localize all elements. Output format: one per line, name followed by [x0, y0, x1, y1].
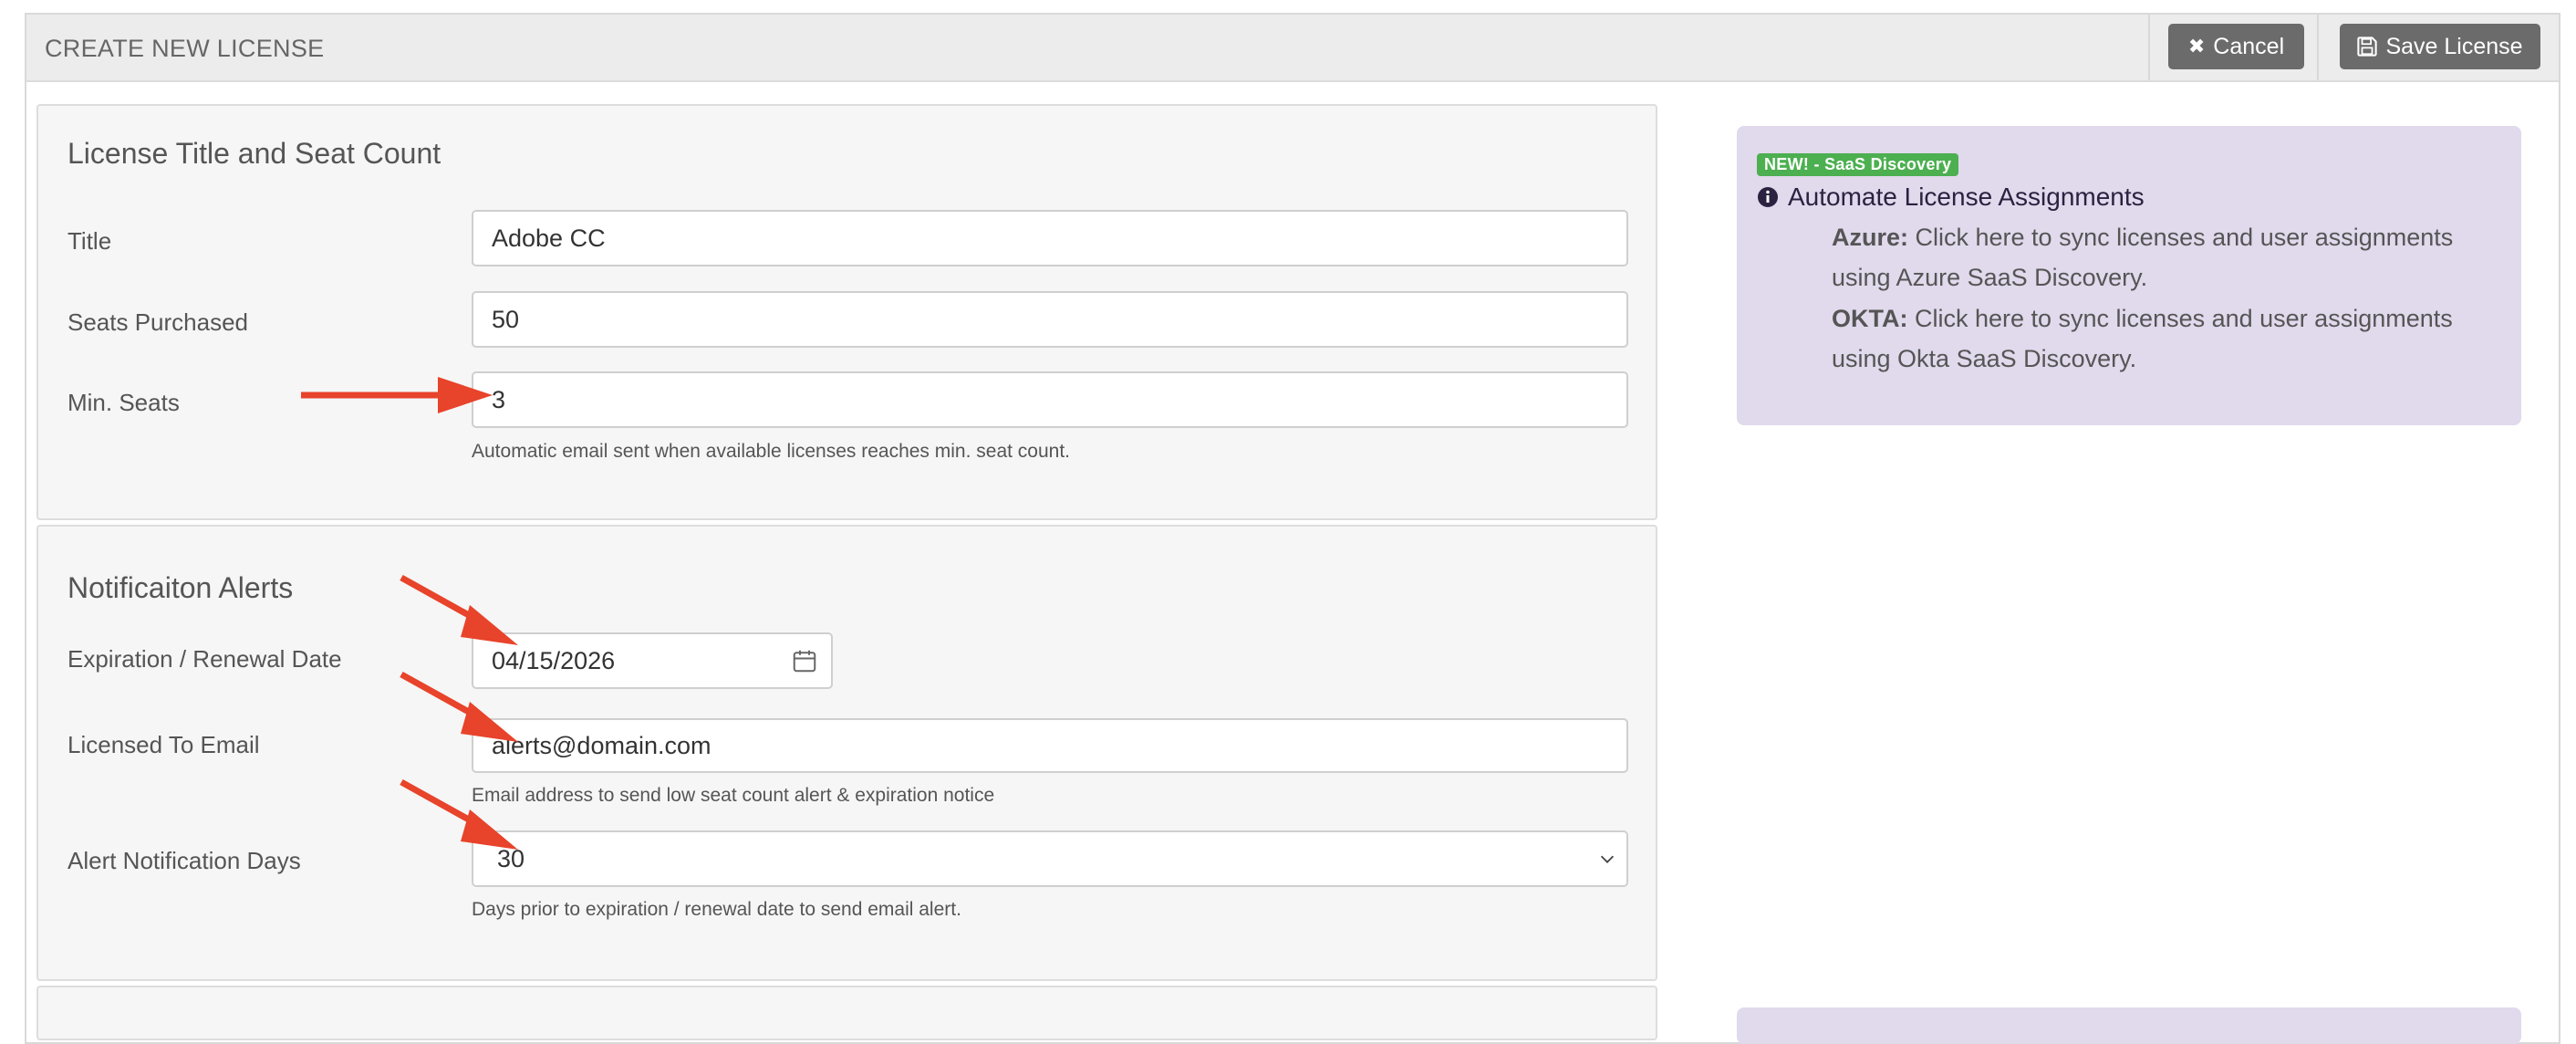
times-icon: ✖ [2187, 35, 2206, 57]
automate-heading: Automate License Assignments [1757, 183, 2145, 212]
alert-days-label: Alert Notification Days [68, 847, 301, 874]
azure-sync-link[interactable]: Azure: Click here to sync licenses and u… [1832, 217, 2453, 257]
seats-purchased-input[interactable]: 50 [472, 291, 1628, 348]
new-badge: NEW! - SaaS Discovery [1757, 153, 1959, 176]
min-seats-label: Min. Seats [68, 389, 180, 416]
cancel-label: Cancel [2213, 33, 2285, 59]
email-help: Email address to send low seat count ale… [472, 785, 995, 806]
chevron-down-icon [1600, 855, 1615, 863]
arrow-annotation [400, 671, 518, 742]
license-title-seat-panel: License Title and Seat Count Title Adobe… [36, 104, 1657, 520]
section-title: License Title and Seat Count [68, 137, 441, 170]
section-title: Notificaiton Alerts [68, 571, 294, 604]
seats-purchased-label: Seats Purchased [68, 308, 249, 336]
calendar-icon [793, 650, 816, 673]
arrow-annotation [301, 377, 493, 413]
okta-text: Click here to sync licenses and user ass… [1907, 305, 2453, 332]
okta-sync-link-cont[interactable]: using Okta SaaS Discovery. [1832, 339, 2136, 379]
expiration-date-label: Expiration / Renewal Date [68, 645, 342, 673]
save-label: Save License [2385, 33, 2523, 59]
info-circle-icon [1758, 187, 1778, 207]
azure-label: Azure: [1832, 224, 1909, 251]
saas-discovery-callout: NEW! - SaaS Discovery Automate License A… [1737, 126, 2521, 425]
cancel-button[interactable]: ✖ Cancel [2168, 24, 2304, 69]
arrow-annotation [400, 574, 518, 645]
okta-sync-link[interactable]: OKTA: Click here to sync licenses and us… [1832, 298, 2453, 339]
save-icon [2357, 37, 2378, 57]
automate-heading-text: Automate License Assignments [1788, 183, 2145, 211]
okta-label: OKTA: [1832, 305, 1908, 332]
card-header: CREATE NEW LICENSE ✖ Cancel Save License [26, 15, 2559, 82]
header-divider [2148, 15, 2150, 80]
header-divider [2317, 15, 2319, 80]
arrow-annotation [400, 778, 518, 850]
title-label: Title [68, 227, 112, 255]
secondary-callout [1737, 1007, 2521, 1044]
alert-days-help: Days prior to expiration / renewal date … [472, 899, 961, 920]
azure-text: Click here to sync licenses and user ass… [1908, 224, 2454, 251]
title-input[interactable]: Adobe CC [472, 210, 1628, 266]
min-seats-input[interactable]: 3 [472, 371, 1628, 428]
min-seats-help: Automatic email sent when available lice… [472, 441, 1071, 462]
azure-sync-link-cont[interactable]: using Azure SaaS Discovery. [1832, 257, 2147, 298]
save-license-button[interactable]: Save License [2340, 24, 2540, 69]
email-label: Licensed To Email [68, 731, 260, 758]
additional-panel [36, 986, 1657, 1040]
expiration-date-input[interactable]: 04/15/2026 [472, 632, 833, 689]
notification-alerts-panel: Notificaiton Alerts Expiration / Renewal… [36, 525, 1657, 981]
page-title: CREATE NEW LICENSE [45, 35, 325, 62]
alert-days-select[interactable]: 30 [472, 830, 1628, 887]
email-input[interactable]: alerts@domain.com [472, 718, 1628, 773]
